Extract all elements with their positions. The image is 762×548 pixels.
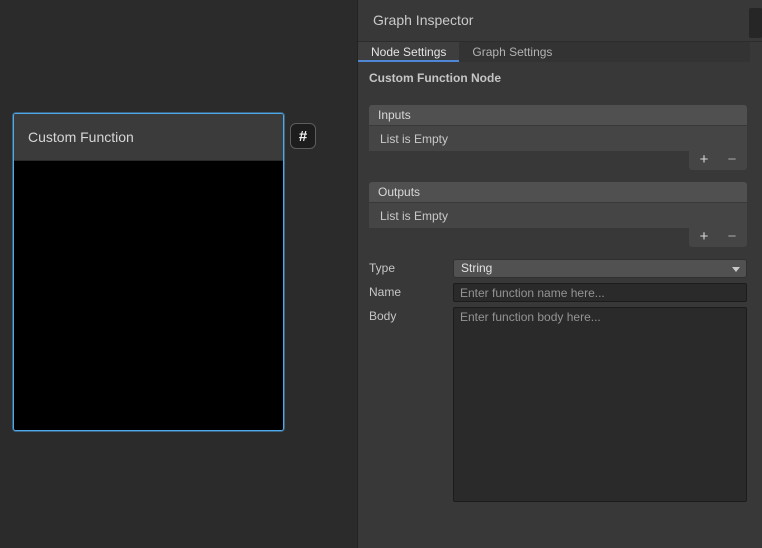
- outputs-list-header: Outputs: [369, 182, 747, 202]
- add-output-button[interactable]: +: [692, 229, 716, 246]
- type-dropdown[interactable]: String: [453, 259, 747, 278]
- graph-inspector-panel: Graph Inspector Node Settings Graph Sett…: [357, 0, 762, 548]
- inputs-list-empty-row: List is Empty: [369, 125, 747, 151]
- tab-node-settings[interactable]: Node Settings: [358, 42, 459, 62]
- section-heading: Custom Function Node: [369, 71, 501, 85]
- scrollbar[interactable]: [749, 8, 762, 38]
- function-name-input[interactable]: [453, 283, 747, 302]
- tab-graph-settings[interactable]: Graph Settings: [459, 42, 565, 62]
- node-preview-body: [14, 162, 283, 430]
- type-label: Type: [369, 261, 395, 275]
- remove-output-button[interactable]: −: [720, 229, 744, 246]
- inspector-tabbar: Node Settings Graph Settings: [358, 42, 750, 62]
- function-body-textarea[interactable]: [453, 307, 747, 502]
- remove-input-button[interactable]: −: [720, 152, 744, 169]
- shader-graph-window: Custom Function # Graph Inspector Node S…: [0, 0, 762, 548]
- body-label: Body: [369, 309, 396, 323]
- outputs-list-footer: + −: [689, 228, 747, 247]
- outputs-list: Outputs List is Empty + −: [369, 182, 747, 228]
- chevron-down-icon: [732, 267, 740, 272]
- inputs-list-footer: + −: [689, 151, 747, 170]
- inputs-list-header: Inputs: [369, 105, 747, 125]
- inputs-list: Inputs List is Empty + −: [369, 105, 747, 151]
- hash-badge-button[interactable]: #: [290, 123, 316, 149]
- add-input-button[interactable]: +: [692, 152, 716, 169]
- custom-function-node[interactable]: Custom Function: [13, 113, 284, 431]
- panel-title: Graph Inspector: [373, 0, 473, 41]
- node-title[interactable]: Custom Function: [14, 114, 283, 161]
- name-label: Name: [369, 285, 401, 299]
- hash-icon: #: [299, 128, 307, 145]
- outputs-list-empty-row: List is Empty: [369, 202, 747, 228]
- type-dropdown-value: String: [461, 261, 492, 275]
